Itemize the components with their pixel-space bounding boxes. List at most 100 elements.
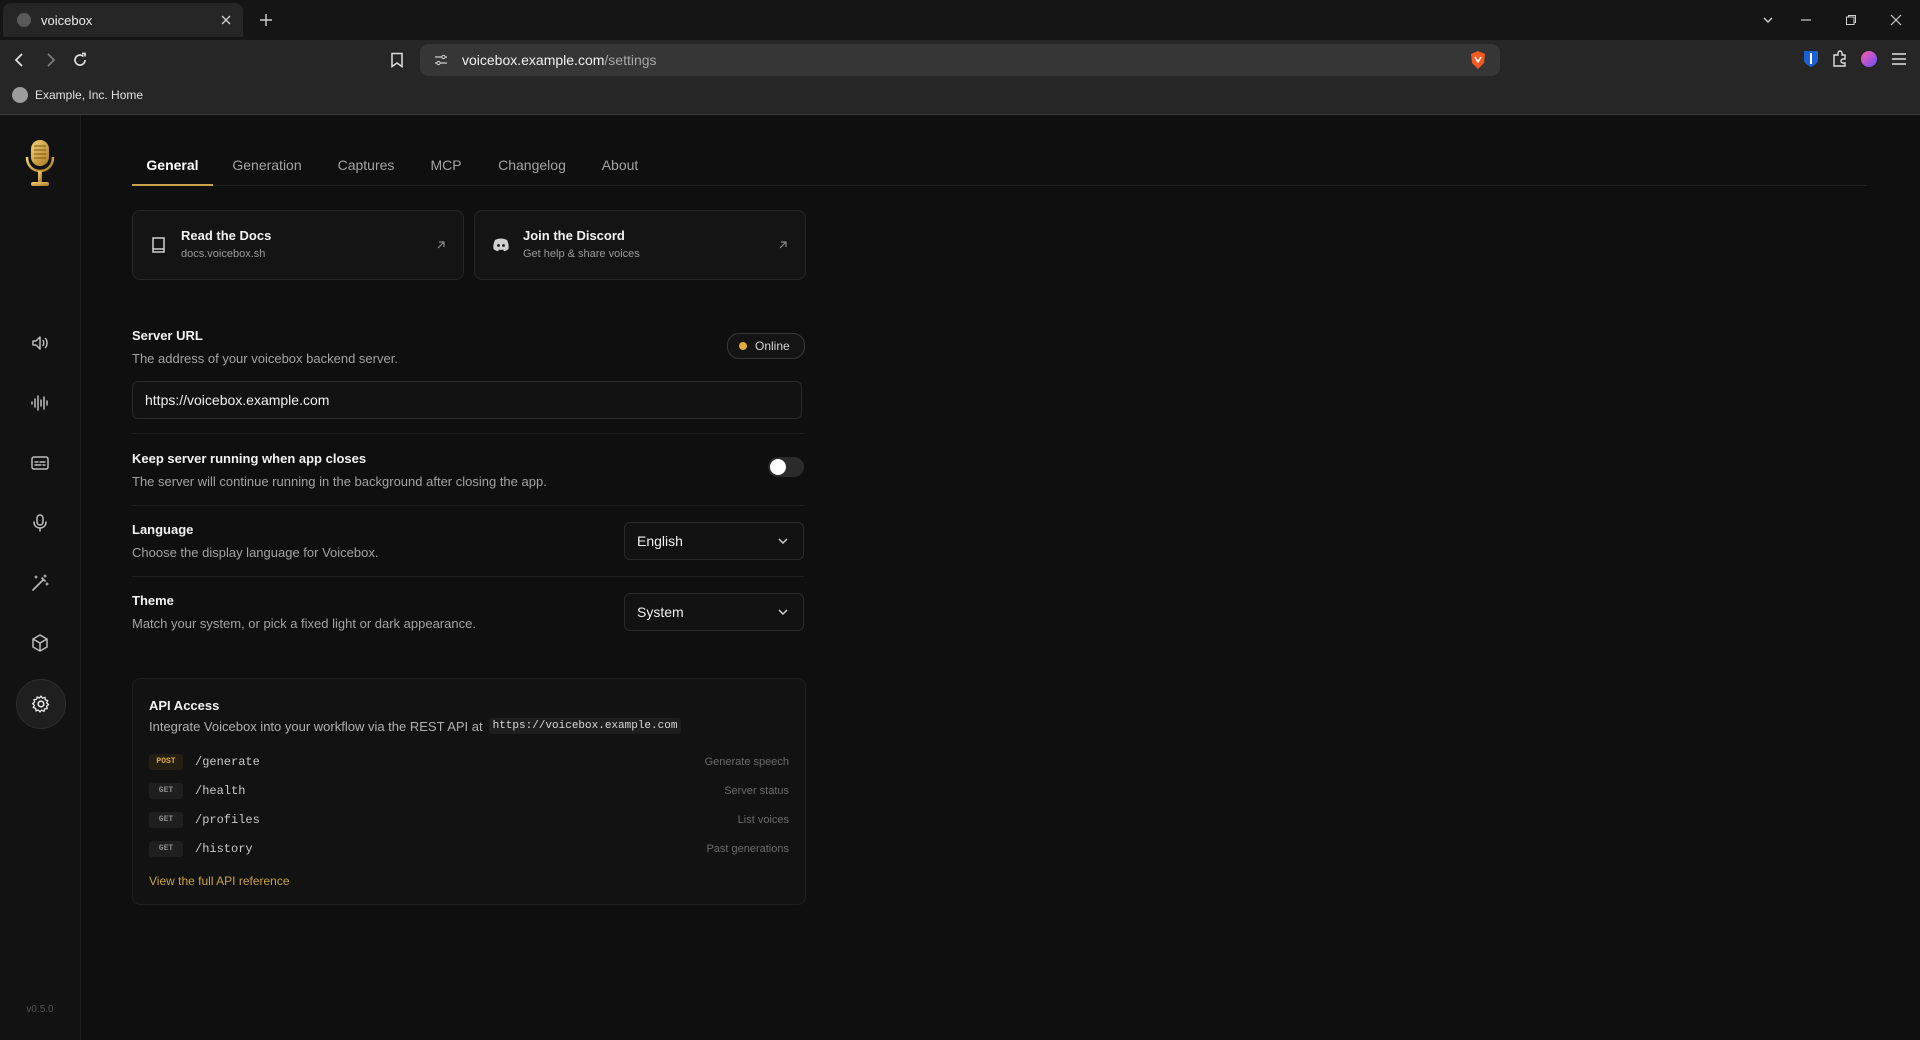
sidebar: v0.5.0 <box>0 115 81 1040</box>
api-endpoint-row: GET /history Past generations <box>149 840 789 858</box>
api-access-card: API Access Integrate Voicebox into your … <box>132 678 806 905</box>
endpoint-summary: List voices <box>737 814 789 826</box>
docs-link-subtitle: docs.voicebox.sh <box>181 248 266 260</box>
discord-link-card[interactable]: Join the Discord Get help & share voices <box>474 210 806 280</box>
back-icon[interactable] <box>8 48 32 72</box>
microphone-icon <box>30 513 50 533</box>
language-value: English <box>637 533 683 549</box>
api-endpoint-row: GET /profiles List voices <box>149 811 789 829</box>
url-text: voicebox.example.com/settings <box>462 52 1468 68</box>
url-path: /settings <box>604 52 657 68</box>
tab-list-chevron-icon[interactable] <box>1756 8 1780 32</box>
site-settings-icon[interactable] <box>432 51 450 69</box>
sidebar-item-audio[interactable] <box>16 379 64 427</box>
sidebar-item-voices[interactable] <box>16 499 64 547</box>
api-endpoint-row: POST /generate Generate speech <box>149 753 789 771</box>
bookmark-icon[interactable] <box>385 48 409 72</box>
endpoint-path: /profiles <box>195 813 260 827</box>
endpoint-summary: Server status <box>724 785 789 797</box>
tab-about[interactable]: About <box>598 149 642 185</box>
divider <box>132 505 804 506</box>
language-description: Choose the display language for Voicebox… <box>132 545 379 560</box>
new-tab-icon[interactable] <box>254 8 278 32</box>
voicebox-app: v0.5.0 General Generation Captures MCP C… <box>0 115 1920 1040</box>
tab-changelog[interactable]: Changelog <box>496 149 568 185</box>
theme-value: System <box>637 604 684 620</box>
api-access-intro: Integrate Voicebox into your workflow vi… <box>149 718 682 734</box>
http-method-badge: POST <box>149 754 183 770</box>
sidebar-item-effects[interactable] <box>16 559 64 607</box>
discord-link-title: Join the Discord <box>523 228 625 243</box>
discord-icon <box>491 235 511 255</box>
brave-shield-icon[interactable] <box>1468 50 1488 70</box>
sidebar-item-models[interactable] <box>16 619 64 667</box>
status-badge: Online <box>727 333 805 359</box>
gear-icon <box>31 694 51 714</box>
keep-running-label: Keep server running when app closes <box>132 451 367 466</box>
forward-icon[interactable] <box>38 48 62 72</box>
http-method-badge: GET <box>149 841 183 857</box>
tab-general[interactable]: General <box>132 149 213 186</box>
book-icon <box>149 235 169 255</box>
endpoint-path: /health <box>195 784 246 798</box>
docs-link-card[interactable]: Read the Docs docs.voicebox.sh <box>132 210 464 280</box>
bookmark-item[interactable]: Example, Inc. Home <box>12 87 143 103</box>
api-reference-link[interactable]: View the full API reference <box>149 874 290 888</box>
chevron-down-icon <box>775 604 791 620</box>
endpoint-path: /generate <box>195 755 260 769</box>
status-text: Online <box>755 339 790 353</box>
theme-select[interactable]: System <box>624 593 804 631</box>
settings-tabs: General Generation Captures MCP Changelo… <box>132 149 1867 186</box>
tab-title: voicebox <box>41 12 93 28</box>
profile-avatar-icon[interactable] <box>1858 48 1880 70</box>
server-url-label: Server URL <box>132 328 203 343</box>
magic-wand-icon <box>30 573 50 593</box>
reload-icon[interactable] <box>68 48 92 72</box>
bookmark-label: Example, Inc. Home <box>35 88 144 102</box>
restore-icon[interactable] <box>1839 8 1863 32</box>
settings-main: General Generation Captures MCP Changelo… <box>132 115 1867 1040</box>
theme-label: Theme <box>132 593 174 608</box>
tab-mcp[interactable]: MCP <box>428 149 464 185</box>
keep-running-description: The server will continue running in the … <box>132 474 547 489</box>
sidebar-item-settings[interactable] <box>16 679 66 729</box>
waveform-icon <box>30 393 50 413</box>
extensions-icon[interactable] <box>1829 48 1851 70</box>
sidebar-item-speech[interactable] <box>16 319 64 367</box>
language-label: Language <box>132 522 194 537</box>
chevron-down-icon <box>775 533 791 549</box>
server-url-input[interactable] <box>132 381 802 419</box>
toggle-knob <box>770 459 786 475</box>
divider <box>132 433 804 434</box>
voicebox-logo <box>20 137 60 191</box>
tab-generation[interactable]: Generation <box>229 149 305 185</box>
keep-running-toggle[interactable] <box>768 457 804 477</box>
sidebar-item-captions[interactable] <box>16 439 64 487</box>
external-link-icon <box>777 239 789 251</box>
url-host: voicebox.example.com <box>462 52 605 68</box>
address-bar[interactable]: voicebox.example.com/settings <box>420 44 1500 76</box>
globe-icon <box>17 13 31 27</box>
status-dot <box>739 342 747 350</box>
language-select[interactable]: English <box>624 522 804 560</box>
endpoint-summary: Past generations <box>706 843 789 855</box>
browser-toolbar: voicebox.example.com/settings <box>0 40 1920 80</box>
close-window-icon[interactable] <box>1884 8 1908 32</box>
api-intro-text: Integrate Voicebox into your workflow vi… <box>149 718 483 734</box>
server-url-description: The address of your voicebox backend ser… <box>132 351 398 366</box>
globe-icon <box>12 87 28 103</box>
minimize-icon[interactable] <box>1794 8 1818 32</box>
app-version: v0.5.0 <box>26 1004 54 1015</box>
api-endpoint-row: GET /health Server status <box>149 782 789 800</box>
endpoint-summary: Generate speech <box>704 756 789 768</box>
browser-tab-strip: voicebox <box>0 0 1920 40</box>
endpoint-path: /history <box>195 842 253 856</box>
menu-icon[interactable] <box>1888 48 1910 70</box>
api-base-url: https://voicebox.example.com <box>488 718 682 734</box>
external-link-icon <box>435 239 447 251</box>
tab-captures[interactable]: Captures <box>335 149 397 185</box>
password-manager-icon[interactable] <box>1800 48 1822 70</box>
close-tab-icon[interactable] <box>215 9 237 31</box>
api-access-title: API Access <box>149 698 220 713</box>
browser-tab[interactable]: voicebox <box>3 3 243 37</box>
